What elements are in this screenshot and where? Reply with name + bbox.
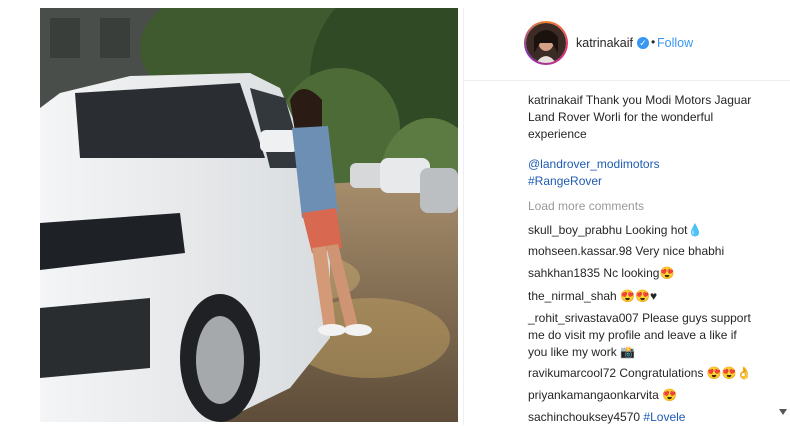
hashtag-text[interactable]: #RangeRover — [528, 174, 602, 188]
avatar-image — [526, 23, 566, 63]
comment-item: priyankamangaonkarvita 😍 — [528, 387, 677, 404]
comment-item: skull_boy_prabhu Looking hot💧 — [528, 222, 702, 239]
comment-text: Congratulations 😍😍👌 — [619, 366, 752, 380]
comment-username[interactable]: skull_boy_prabhu — [528, 223, 622, 237]
mention-link[interactable]: @landrover_modimotors — [528, 156, 660, 173]
mention-text[interactable]: @landrover_modimotors — [528, 157, 660, 171]
instagram-post-view: katrinakaif ✓ • Follow katrinakaif Thank… — [0, 0, 790, 425]
comment-username[interactable]: _rohit_srivastava007 — [528, 311, 639, 325]
post-photo[interactable] — [40, 8, 458, 422]
comment-username[interactable]: sahkhan1835 — [528, 266, 600, 280]
comment-text: Looking hot💧 — [625, 223, 703, 237]
comment-username[interactable]: ravikumarcool72 — [528, 366, 616, 380]
comment-item: the_nirmal_shah 😍😍♥ — [528, 288, 657, 305]
verified-badge-icon: ✓ — [637, 37, 649, 49]
comment-text: Nc looking😍 — [603, 266, 675, 280]
scroll-down-arrow-icon[interactable] — [778, 405, 788, 419]
caption-username[interactable]: katrinakaif — [528, 93, 583, 107]
comment-text: 😍😍♥ — [620, 289, 658, 303]
load-more-label[interactable]: Load more comments — [528, 199, 644, 213]
follow-button[interactable]: Follow — [657, 36, 693, 50]
load-more-comments[interactable]: Load more comments — [528, 198, 644, 215]
avatar[interactable] — [524, 21, 568, 65]
photo-car-woman — [40, 8, 458, 422]
post-sidebar: katrinakaif ✓ • Follow katrinakaif Thank… — [463, 8, 790, 425]
comment-username[interactable]: sachinchouksey4570 — [528, 410, 640, 424]
comment-item: mohseen.kassar.98 Very nice bhabhi — [528, 243, 724, 260]
post-caption: katrinakaif Thank you Modi Motors Jaguar… — [528, 92, 764, 143]
comment-item: sachinchouksey4570 #Lovele — [528, 409, 685, 426]
hashtag-link[interactable]: #RangeRover — [528, 173, 602, 190]
comment-item: ravikumarcool72 Congratulations 😍😍👌 — [528, 365, 752, 382]
comment-item: _rohit_srivastava007 Please guys support… — [528, 310, 758, 361]
comment-text: Very nice bhabhi — [635, 244, 725, 258]
comment-username[interactable]: the_nirmal_shah — [528, 289, 617, 303]
comment-text: 😍 — [662, 388, 678, 402]
post-header: katrinakaif ✓ • Follow — [464, 8, 790, 81]
comment-hashtag[interactable]: #Lovele — [643, 410, 685, 424]
comment-item: sahkhan1835 Nc looking😍 — [528, 265, 674, 282]
post-username[interactable]: katrinakaif — [576, 36, 633, 50]
separator-dot: • — [651, 35, 656, 49]
comment-username[interactable]: mohseen.kassar.98 — [528, 244, 632, 258]
comment-username[interactable]: priyankamangaonkarvita — [528, 388, 659, 402]
